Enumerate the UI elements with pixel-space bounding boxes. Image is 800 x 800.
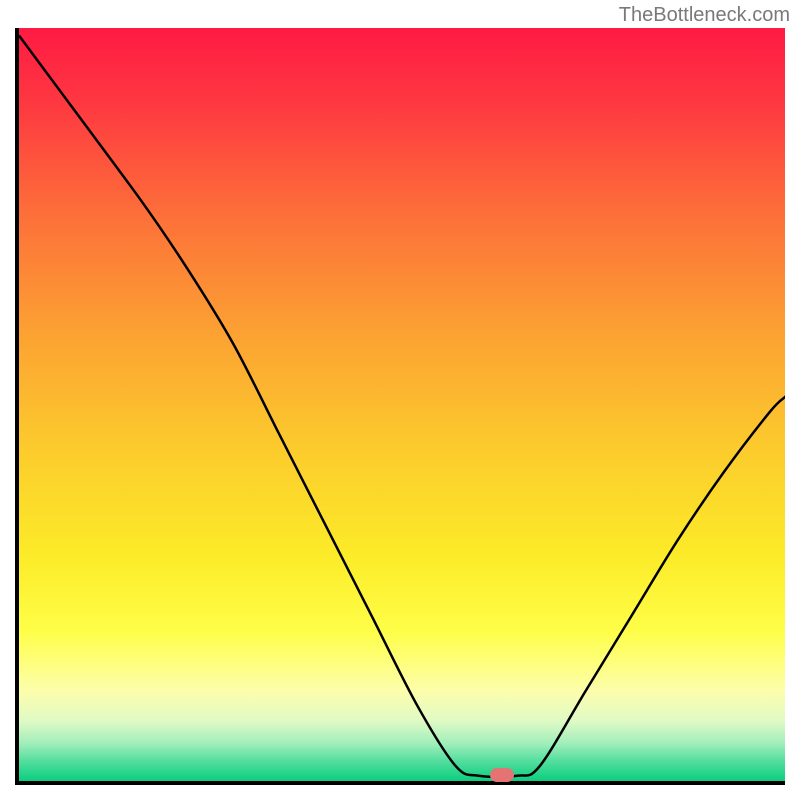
watermark-text: TheBottleneck.com [619, 4, 790, 27]
bottleneck-curve [19, 28, 785, 781]
plot-area [19, 28, 785, 781]
optimal-point-marker [490, 768, 514, 782]
